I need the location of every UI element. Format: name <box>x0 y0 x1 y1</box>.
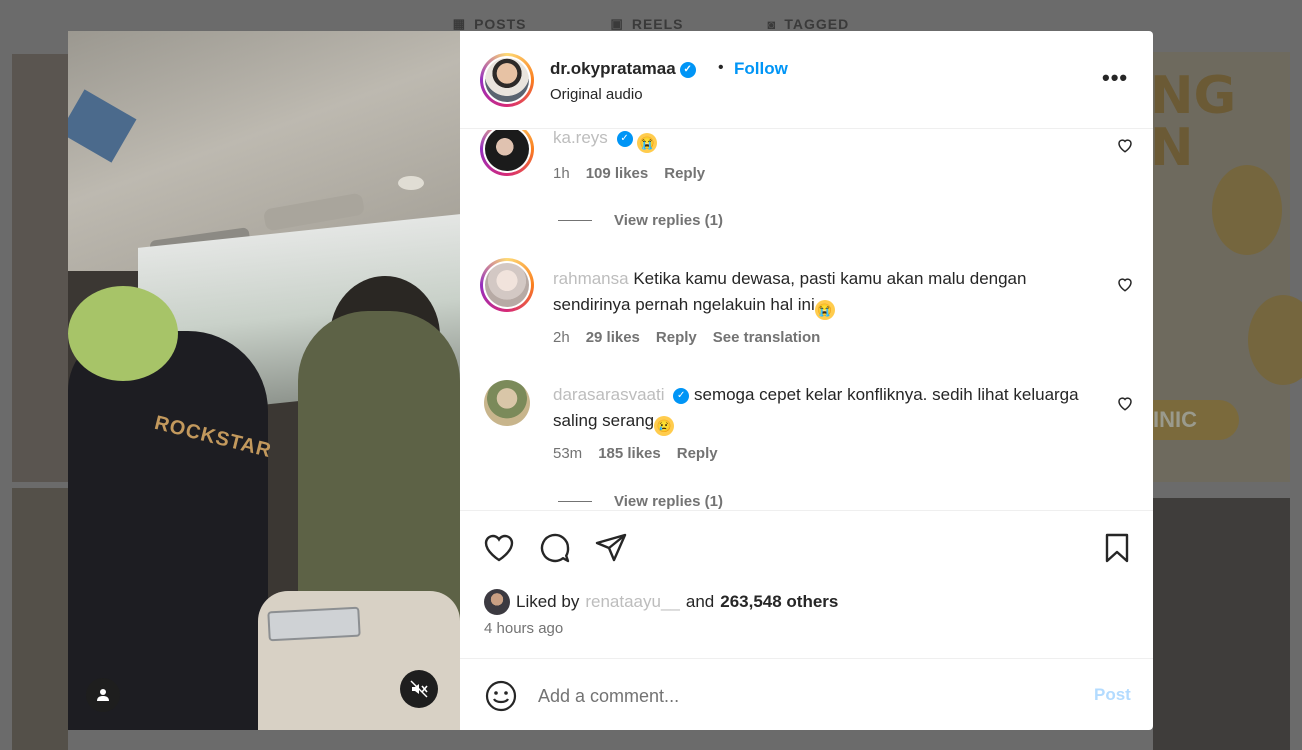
like-comment-heart-icon[interactable] <box>1116 394 1134 412</box>
balloon-shape <box>1212 165 1282 255</box>
commenter-username[interactable]: ka.reys <box>553 130 608 147</box>
comment-likes[interactable]: 185 likes <box>598 445 661 462</box>
sad-emoji-icon: 😢 <box>654 416 675 436</box>
like-comment-heart-icon[interactable] <box>1116 136 1134 154</box>
grid-thumbnail[interactable] <box>12 488 68 750</box>
post-details-panel: dr.okypratamaa ✓ • Follow Original audio … <box>460 31 1153 730</box>
comment-bubble-icon[interactable] <box>538 531 572 565</box>
comment-time: 2h <box>553 329 570 346</box>
reels-icon: ▣ <box>610 16 624 31</box>
view-replies-button[interactable]: View replies (1) <box>558 493 723 510</box>
commenter-avatar[interactable] <box>480 130 534 176</box>
person-head <box>68 286 178 381</box>
comment-text: darasarasvaati ✓ semoga cepet kelar konf… <box>553 382 1093 436</box>
verified-badge-icon: ✓ <box>616 130 633 147</box>
person-man <box>68 331 268 730</box>
tagged-icon: ◙ <box>767 16 777 32</box>
comment-meta: 53m 185 likes Reply <box>553 445 718 462</box>
commenter-username[interactable]: rahmansa <box>553 269 629 288</box>
thumbnail-text: NG N <box>1150 66 1237 178</box>
car-light <box>398 176 424 190</box>
post-media-video[interactable]: ROCKSTAR <box>68 31 460 730</box>
comments-list[interactable]: ka.reys ✓ 😭 1h 109 likes Reply View repl… <box>460 130 1153 510</box>
crying-emoji-icon: 😭 <box>637 133 658 153</box>
comment-text: rahmansa Ketika kamu dewasa, pasti kamu … <box>553 266 1093 320</box>
comment-text: ka.reys ✓ 😭 <box>553 130 1093 153</box>
comment-likes[interactable]: 29 likes <box>586 329 640 346</box>
comment-time: 53m <box>553 445 583 462</box>
verified-badge-icon: ✓ <box>679 61 696 78</box>
post-comment-button[interactable]: Post <box>1094 685 1131 705</box>
likes-summary[interactable]: Liked by renataayu__ and 263,548 others <box>484 589 838 615</box>
car-tray <box>267 606 361 642</box>
view-replies-button[interactable]: View replies (1) <box>558 212 723 229</box>
separator-dot: • <box>718 59 724 76</box>
person-woman <box>298 311 460 631</box>
comment-likes[interactable]: 109 likes <box>586 165 649 182</box>
post-header: dr.okypratamaa ✓ • Follow Original audio … <box>460 31 1153 129</box>
see-translation-button[interactable]: See translation <box>713 329 821 346</box>
reply-button[interactable]: Reply <box>677 445 718 462</box>
author-username[interactable]: dr.okypratamaa ✓ <box>550 59 696 79</box>
add-comment-bar: Post <box>460 658 1153 730</box>
reply-button[interactable]: Reply <box>656 329 697 346</box>
commenter-avatar[interactable] <box>480 258 534 312</box>
grid-thumbnail[interactable] <box>1153 498 1290 750</box>
grid-thumbnail[interactable] <box>12 54 68 482</box>
author-avatar[interactable] <box>480 53 534 107</box>
divider-line <box>558 501 592 502</box>
verified-badge-icon: ✓ <box>673 387 690 404</box>
thumbnail-pill: INIC <box>1145 400 1239 440</box>
comment-input[interactable] <box>538 681 1068 711</box>
crying-emoji-icon: 😭 <box>814 300 835 320</box>
more-options-icon[interactable]: ••• <box>1102 65 1128 91</box>
follow-button[interactable]: Follow <box>734 59 788 79</box>
liker-username[interactable]: renataayu__ <box>585 592 680 612</box>
share-send-icon[interactable] <box>594 531 628 565</box>
comment-meta: 1h 109 likes Reply <box>553 165 705 182</box>
commenter-username[interactable]: darasarasvaati <box>553 385 665 404</box>
liker-avatar <box>484 589 510 615</box>
emoji-picker-icon[interactable] <box>484 679 518 713</box>
divider-line <box>558 220 592 221</box>
audio-link[interactable]: Original audio <box>550 86 643 103</box>
post-timestamp[interactable]: 4 hours ago <box>484 620 563 637</box>
post-actions-bar <box>460 510 1153 580</box>
like-comment-heart-icon[interactable] <box>1116 275 1134 293</box>
reply-button[interactable]: Reply <box>664 165 705 182</box>
commenter-avatar[interactable] <box>484 380 530 426</box>
like-heart-icon[interactable] <box>482 531 516 565</box>
speaker-muted-icon[interactable] <box>400 670 438 708</box>
comment-time: 1h <box>553 165 570 182</box>
grid-icon: ▦ <box>452 16 467 31</box>
likes-count[interactable]: 263,548 others <box>720 592 838 612</box>
person-tag-icon[interactable] <box>86 678 120 712</box>
save-bookmark-icon[interactable] <box>1100 531 1134 565</box>
comment-meta: 2h 29 likes Reply See translation <box>553 329 820 346</box>
